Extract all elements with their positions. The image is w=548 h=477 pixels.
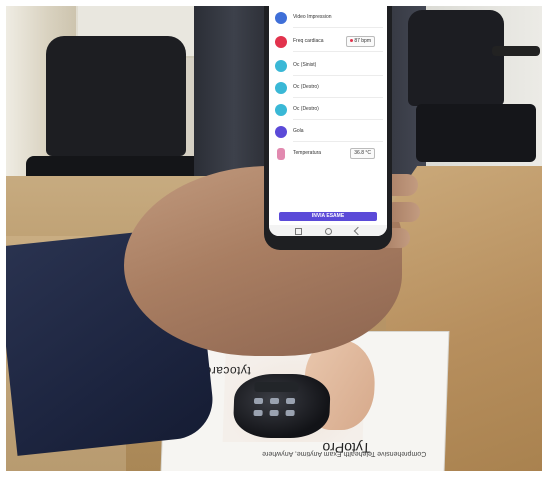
thermometer-icon bbox=[277, 148, 285, 160]
exam-device-image bbox=[232, 374, 331, 438]
second-chair-arm bbox=[492, 46, 540, 56]
device-button bbox=[269, 410, 279, 416]
product-tagline: Comprehensive Telehealth Exam Anytime, A… bbox=[262, 450, 427, 457]
heart-icon bbox=[275, 36, 287, 48]
second-chair-back bbox=[408, 10, 504, 106]
send-exam-button[interactable]: INVIA ESAME bbox=[279, 212, 377, 221]
ear-icon bbox=[275, 60, 287, 72]
device-button bbox=[269, 398, 280, 404]
smartphone: Video Impression Freq cardiaca 87 bpm Oc… bbox=[264, 6, 392, 250]
ear-icon bbox=[275, 104, 287, 116]
heart-rate-value: 87 bpm bbox=[346, 36, 375, 47]
throat-icon bbox=[275, 126, 287, 138]
phone-screen: Video Impression Freq cardiaca 87 bpm Oc… bbox=[269, 6, 387, 236]
exam-row-throat[interactable]: Gola bbox=[275, 124, 383, 142]
office-chair-back bbox=[46, 36, 186, 156]
exam-row-temperature[interactable]: Temperatura 36.8 °C bbox=[275, 146, 383, 164]
exam-row-ear-right-2[interactable]: Oc (Destro) bbox=[275, 102, 383, 120]
photo: tytocare TytoPro Comprehensive Telehealt… bbox=[6, 6, 542, 471]
device-button bbox=[285, 398, 296, 404]
device-button bbox=[253, 398, 264, 404]
person-icon bbox=[275, 12, 287, 24]
back-icon[interactable] bbox=[353, 226, 363, 236]
home-icon[interactable] bbox=[325, 228, 332, 235]
ear-icon bbox=[275, 82, 287, 94]
device-screen bbox=[254, 382, 299, 392]
exam-row-ear-left[interactable]: Oc (Sinist) bbox=[275, 58, 383, 76]
device-button bbox=[285, 410, 295, 416]
exam-row-ear-right[interactable]: Oc (Destro) bbox=[275, 80, 383, 98]
recent-apps-icon[interactable] bbox=[295, 228, 302, 235]
device-button bbox=[253, 410, 263, 416]
second-chair-seat bbox=[416, 104, 536, 162]
exam-row-heart-rate[interactable]: Freq cardiaca 87 bpm bbox=[275, 34, 383, 52]
android-nav-bar bbox=[269, 225, 387, 236]
exam-row-video[interactable]: Video Impression bbox=[275, 10, 383, 28]
temperature-value: 36.8 °C bbox=[350, 148, 375, 159]
